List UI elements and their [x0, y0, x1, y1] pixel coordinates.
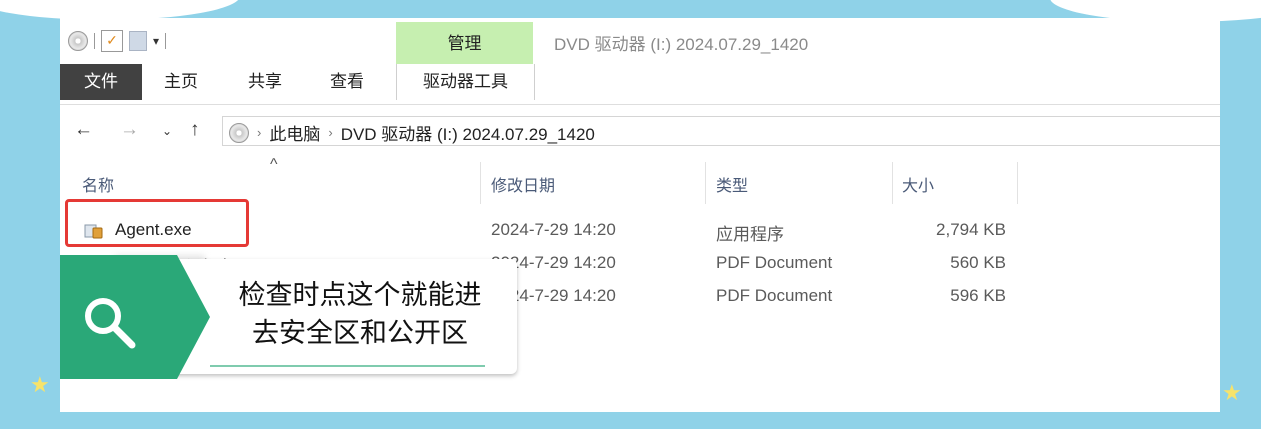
file-size: 596 KB	[950, 286, 1006, 305]
column-date-modified[interactable]: 修改日期	[491, 172, 555, 196]
column-headers: ^ 名称 修改日期 类型 大小	[60, 156, 1220, 204]
ribbon-tabs: 文件 主页 共享 查看 驱动器工具	[60, 64, 1220, 104]
callout-line-1: 检查时点这个就能进	[238, 280, 482, 311]
search-icon	[85, 298, 136, 349]
tab-home[interactable]: 主页	[164, 64, 198, 100]
manage-context-tab[interactable]: 管理	[396, 22, 533, 66]
customize-toolbar-icon[interactable]: ▾	[153, 34, 159, 48]
column-divider[interactable]	[1017, 162, 1018, 204]
dvd-drive-icon	[68, 31, 88, 51]
tab-file[interactable]: 文件	[60, 64, 142, 100]
star-decoration: ★	[30, 372, 50, 397]
breadcrumb-this-pc[interactable]: 此电脑	[269, 120, 320, 145]
tab-share[interactable]: 共享	[248, 64, 282, 100]
callout-text: 检查时点这个就能进 去安全区和公开区	[200, 277, 520, 353]
file-size: 560 KB	[950, 253, 1006, 272]
properties-icon[interactable]: ✓	[101, 30, 123, 52]
file-date: 2024-7-29 14:20	[491, 220, 616, 239]
new-folder-icon[interactable]	[129, 31, 147, 51]
callout-line-2: 去安全区和公开区	[252, 318, 468, 349]
cloud-decoration-left	[0, 0, 240, 20]
back-icon[interactable]: ←	[74, 119, 93, 141]
breadcrumb-separator-icon[interactable]: ›	[257, 125, 261, 140]
instruction-callout: 检查时点这个就能进 去安全区和公开区	[60, 255, 518, 379]
window-title: DVD 驱动器 (I:) 2024.07.29_1420	[554, 35, 809, 54]
address-field[interactable]: › 此电脑 › DVD 驱动器 (I:) 2024.07.29_1420	[222, 116, 1220, 146]
dvd-drive-icon	[229, 122, 249, 143]
up-icon[interactable]: ↑	[190, 119, 200, 141]
star-decoration: ★	[1222, 380, 1242, 405]
ribbon-divider	[60, 104, 1220, 105]
toolbar-divider	[94, 33, 95, 49]
column-divider[interactable]	[480, 162, 481, 204]
file-type: 应用程序	[716, 225, 784, 244]
quick-access-toolbar: ✓ ▾	[68, 28, 167, 54]
toolbar-divider	[165, 33, 167, 49]
title-bar: ✓ ▾ 管理 DVD 驱动器 (I:) 2024.07.29_1420	[60, 18, 1220, 66]
breadcrumb-dvd-drive[interactable]: DVD 驱动器 (I:) 2024.07.29_1420	[341, 120, 595, 145]
forward-icon[interactable]: →	[120, 119, 139, 141]
tab-view[interactable]: 查看	[330, 64, 364, 100]
highlight-box	[65, 199, 249, 247]
sort-ascending-icon: ^	[270, 156, 278, 173]
address-bar: ← → ⌄ ↑ › 此电脑 › DVD 驱动器 (I:) 2024.07.29_…	[60, 114, 1220, 148]
file-type: PDF Document	[716, 253, 833, 272]
callout-underline	[210, 365, 485, 367]
column-type[interactable]: 类型	[716, 172, 748, 196]
column-name[interactable]: 名称	[82, 172, 114, 196]
recent-locations-icon[interactable]: ⌄	[162, 124, 172, 138]
file-size: 2,794 KB	[936, 220, 1006, 239]
breadcrumb-separator-icon[interactable]: ›	[328, 125, 332, 140]
tab-drive-tools[interactable]: 驱动器工具	[396, 64, 535, 100]
column-size[interactable]: 大小	[902, 172, 934, 196]
file-type: PDF Document	[716, 286, 833, 305]
column-divider[interactable]	[892, 162, 893, 204]
column-divider[interactable]	[705, 162, 706, 204]
